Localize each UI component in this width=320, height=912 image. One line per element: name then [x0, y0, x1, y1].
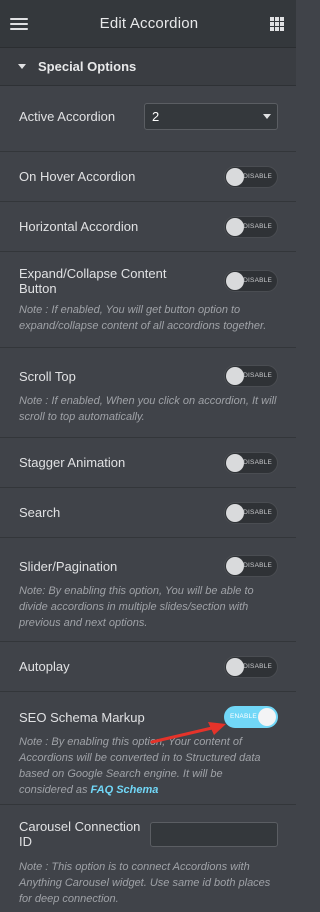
control-stagger-animation: Stagger Animation DISABLE	[0, 438, 296, 488]
faq-schema-link[interactable]: FAQ Schema	[91, 784, 159, 796]
search-toggle[interactable]: DISABLE	[224, 501, 278, 524]
hamburger-menu-icon[interactable]	[10, 17, 28, 31]
control-slider-pagination: Slider/Pagination DISABLE Note: By enabl…	[0, 538, 296, 642]
carousel-note: Note : This option is to connect Accordi…	[19, 861, 271, 905]
autoplay-toggle[interactable]: DISABLE	[224, 655, 278, 678]
on-hover-toggle[interactable]: DISABLE	[224, 165, 278, 188]
control-active-accordion: Active Accordion 2	[0, 102, 296, 152]
scroll-top-note: Note : If enabled, When you click on acc…	[19, 395, 277, 423]
seo-schema-toggle[interactable]: ENABLE	[224, 706, 278, 728]
control-autoplay: Autoplay DISABLE	[0, 642, 296, 692]
slider-label: Slider/Pagination	[19, 558, 118, 574]
active-accordion-select[interactable]: 2	[144, 102, 278, 130]
expand-collapse-label: Expand/Collapse Content Button	[19, 266, 167, 296]
slider-toggle[interactable]: DISABLE	[224, 555, 278, 577]
section-title: Special Options	[38, 59, 137, 74]
chevron-down-icon	[263, 113, 271, 119]
autoplay-label: Autoplay	[19, 659, 70, 674]
horizontal-toggle[interactable]: DISABLE	[224, 215, 278, 238]
control-on-hover-accordion: On Hover Accordion DISABLE	[0, 152, 296, 202]
stagger-toggle[interactable]: DISABLE	[224, 451, 278, 474]
active-accordion-label: Active Accordion	[19, 108, 116, 124]
control-scroll-top: Scroll Top DISABLE Note : If enabled, Wh…	[0, 348, 296, 438]
stagger-label: Stagger Animation	[19, 455, 126, 470]
scroll-top-toggle[interactable]: DISABLE	[224, 365, 278, 387]
control-search: Search DISABLE	[0, 488, 296, 538]
panel-header: Edit Accordion	[0, 0, 296, 48]
panel-title: Edit Accordion	[99, 15, 199, 32]
slider-note: Note: By enabling this option, You will …	[19, 585, 254, 629]
control-seo-schema: SEO Schema Markup ENABLE Note : By enabl…	[0, 692, 296, 805]
expand-collapse-note: Note : If enabled, You will get button o…	[19, 304, 267, 332]
widgets-grid-icon[interactable]	[269, 16, 284, 31]
seo-schema-note: Note : By enabling this option, Your con…	[19, 736, 261, 796]
caret-down-icon	[18, 64, 26, 69]
seo-schema-label: SEO Schema Markup	[19, 709, 145, 725]
search-label: Search	[19, 505, 61, 520]
control-carousel-connection: Carousel Connection ID Note : This optio…	[0, 805, 296, 912]
carousel-id-input[interactable]	[150, 821, 278, 847]
control-expand-collapse: Expand/Collapse Content Button DISABLE No…	[0, 252, 296, 348]
control-horizontal-accordion: Horizontal Accordion DISABLE	[0, 202, 296, 252]
on-hover-label: On Hover Accordion	[19, 169, 136, 184]
section-special-options[interactable]: Special Options	[0, 48, 296, 86]
expand-collapse-toggle[interactable]: DISABLE	[224, 270, 278, 292]
horizontal-label: Horizontal Accordion	[19, 219, 139, 234]
scroll-top-label: Scroll Top	[19, 368, 76, 384]
carousel-label: Carousel Connection ID	[19, 819, 141, 849]
